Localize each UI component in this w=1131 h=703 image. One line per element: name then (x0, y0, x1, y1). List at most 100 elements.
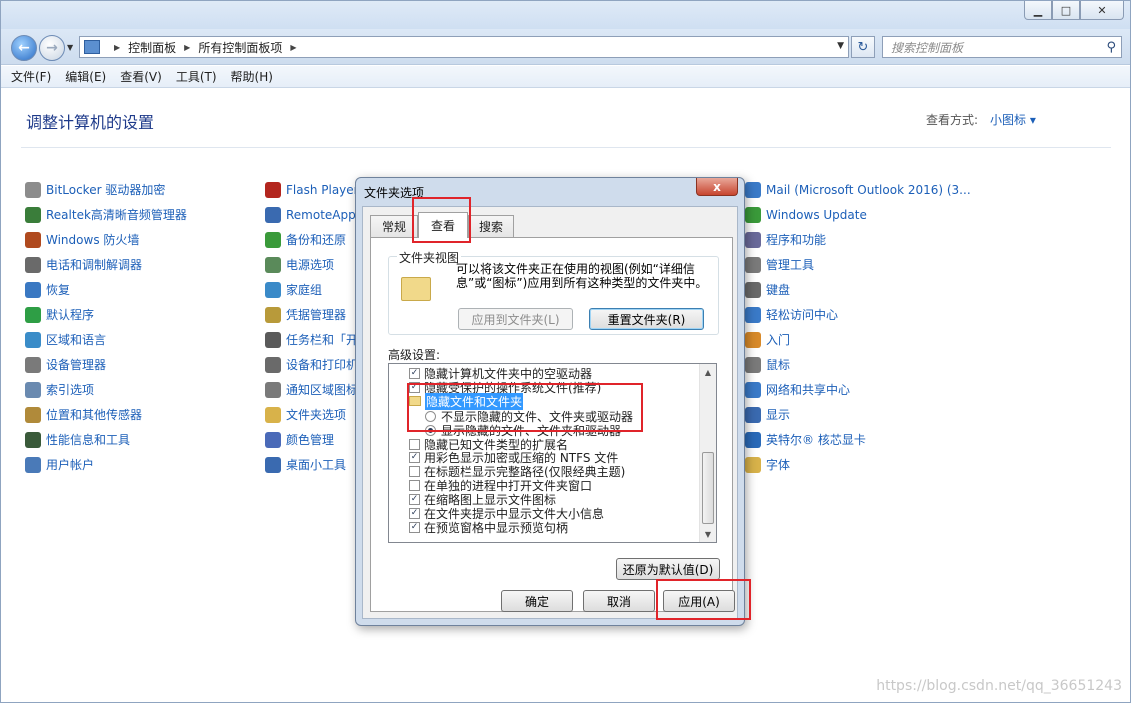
forward-button[interactable]: → (39, 35, 65, 61)
control-panel-item-icon (265, 281, 281, 298)
control-panel-item[interactable]: 入门 (745, 327, 971, 352)
checkbox[interactable]: ✓ (409, 493, 420, 505)
control-panel-item-icon (745, 431, 761, 448)
refresh-button[interactable]: ↻ (851, 36, 875, 58)
control-panel-item[interactable]: 颜色管理 (265, 427, 359, 452)
control-panel-item[interactable]: Flash Player (265, 177, 359, 202)
control-panel-item[interactable]: 程序和功能 (745, 227, 971, 252)
address-bar[interactable]: ▶ 控制面板 ▶ 所有控制面板项 ▶ ▼ (79, 36, 849, 58)
control-panel-item[interactable]: 电话和调制解调器 (25, 252, 187, 277)
scrollbar[interactable]: ▲ ▼ (699, 364, 716, 542)
dialog-close-button[interactable]: x (696, 178, 738, 196)
search-placeholder: 搜索控制面板 (891, 40, 964, 55)
control-panel-item[interactable]: 通知区域图标 (265, 377, 359, 402)
control-panel-item-icon (25, 431, 41, 448)
scroll-up-icon[interactable]: ▲ (700, 364, 716, 380)
control-panel-item[interactable]: 家庭组 (265, 277, 359, 302)
menu-tools[interactable]: 工具(T) (176, 68, 217, 85)
control-panel-item[interactable]: 显示 (745, 402, 971, 427)
control-panel-item[interactable]: 设备管理器 (25, 352, 187, 377)
control-panel-item[interactable]: 性能信息和工具 (25, 427, 187, 452)
control-panel-item-label: 位置和其他传感器 (46, 408, 143, 422)
page-title: 调整计算机的设置 (26, 113, 155, 132)
control-panel-item[interactable]: 轻松访问中心 (745, 302, 971, 327)
tab-search[interactable]: 搜索 (468, 215, 514, 237)
close-button[interactable]: ✕ (1080, 1, 1124, 20)
control-panel-item[interactable]: 鼠标 (745, 352, 971, 377)
control-panel-item-icon (25, 206, 41, 223)
search-icon[interactable]: ⚲ (1106, 40, 1116, 55)
address-history-dropdown-icon[interactable]: ▼ (837, 41, 844, 51)
tab-general[interactable]: 常规 (370, 215, 418, 237)
control-panel-item-label: 性能信息和工具 (46, 433, 131, 447)
apply-button[interactable]: 应用(A) (663, 590, 735, 612)
checkbox[interactable] (409, 479, 420, 491)
menu-help[interactable]: 帮助(H) (231, 68, 273, 85)
control-panel-item[interactable]: 文件夹选项 (265, 402, 359, 427)
checkbox[interactable]: ✓ (409, 507, 420, 519)
control-panel-item[interactable]: 网络和共享中心 (745, 377, 971, 402)
recent-pages-dropdown-icon[interactable]: ▼ (67, 43, 73, 52)
control-panel-item[interactable]: 用户帐户 (25, 452, 187, 477)
minimize-button[interactable]: ▁ (1024, 1, 1052, 20)
radio-button[interactable] (425, 410, 436, 422)
breadcrumb-control-panel[interactable]: 控制面板 (128, 39, 176, 56)
control-panel-item[interactable]: 恢复 (25, 277, 187, 302)
control-panel-item[interactable]: 字体 (745, 452, 971, 477)
control-panel-item-icon (25, 281, 41, 298)
breadcrumb-separator-icon[interactable]: ▶ (114, 43, 120, 52)
advanced-settings-list[interactable]: ✓ 隐藏计算机文件夹中的空驱动器 ✓ 隐藏受保护的操作系统文件(推荐) 隐藏文件和文件夹… (388, 363, 717, 543)
control-panel-item[interactable]: 桌面小工具 (265, 452, 359, 477)
checkbox[interactable]: ✓ (409, 521, 420, 533)
control-panel-item[interactable]: Windows Update (745, 202, 971, 227)
breadcrumb-all-items[interactable]: 所有控制面板项 (198, 39, 282, 56)
control-panel-item[interactable]: RemoteApp (265, 202, 359, 227)
control-panel-item[interactable]: 备份和还原 (265, 227, 359, 252)
cancel-button[interactable]: 取消 (583, 590, 655, 612)
control-panel-item-icon (745, 281, 761, 298)
checkbox[interactable]: ✓ (409, 367, 420, 379)
control-panel-item[interactable]: Mail (Microsoft Outlook 2016) (3... (745, 177, 971, 202)
checkbox[interactable] (409, 438, 420, 450)
tab-view[interactable]: 查看 (418, 212, 468, 238)
control-panel-item[interactable]: 默认程序 (25, 302, 187, 327)
maximize-button[interactable]: □ (1052, 1, 1080, 20)
control-panel-item[interactable]: 位置和其他传感器 (25, 402, 187, 427)
control-panel-item[interactable]: 管理工具 (745, 252, 971, 277)
search-input[interactable]: 搜索控制面板 ⚲ (882, 36, 1122, 58)
control-panel-item[interactable]: 设备和打印机 (265, 352, 359, 377)
view-by-dropdown[interactable]: 小图标 ▾ (990, 111, 1036, 128)
restore-defaults-button[interactable]: 还原为默认值(D) (616, 558, 720, 580)
advanced-setting-row[interactable]: ✓ 在预览窗格中显示预览句柄 (409, 520, 568, 535)
control-panel-item[interactable]: 索引选项 (25, 377, 187, 402)
control-panel-item[interactable]: 凭据管理器 (265, 302, 359, 327)
reset-folders-button[interactable]: 重置文件夹(R) (589, 308, 704, 330)
menu-edit[interactable]: 编辑(E) (65, 68, 106, 85)
radio-button[interactable] (425, 424, 436, 436)
control-panel-item[interactable]: 任务栏和「开 (265, 327, 359, 352)
menu-view[interactable]: 查看(V) (120, 68, 162, 85)
checkbox[interactable]: ✓ (409, 381, 420, 393)
window-controls: ▁ □ ✕ (1024, 1, 1124, 20)
ok-button[interactable]: 确定 (501, 590, 573, 612)
control-panel-item[interactable]: 键盘 (745, 277, 971, 302)
breadcrumb-separator-icon[interactable]: ▶ (184, 43, 190, 52)
scroll-down-icon[interactable]: ▼ (700, 526, 716, 542)
menu-file[interactable]: 文件(F) (11, 68, 51, 85)
folder-options-dialog: 文件夹选项 x 常规 查看 搜索 文件夹视图 可以将该文件夹正在使用的视图(例如… (355, 177, 745, 626)
apply-to-folders-button[interactable]: 应用到文件夹(L) (458, 308, 573, 330)
control-panel-item[interactable]: BitLocker 驱动器加密 (25, 177, 187, 202)
control-panel-item[interactable]: 电源选项 (265, 252, 359, 277)
control-panel-item-label: Mail (Microsoft Outlook 2016) (3... (766, 182, 971, 197)
control-panel-item[interactable]: Realtek高清晰音频管理器 (25, 202, 187, 227)
control-panel-item[interactable]: Windows 防火墙 (25, 227, 187, 252)
breadcrumb-separator-icon[interactable]: ▶ (290, 43, 296, 52)
control-panel-item[interactable]: 英特尔® 核芯显卡 (745, 427, 971, 452)
scroll-thumb[interactable] (702, 452, 714, 524)
view-tab-panel: 文件夹视图 可以将该文件夹正在使用的视图(例如“详细信息”或“图标”)应用到所有… (370, 237, 733, 612)
control-panel-item-icon (265, 406, 281, 423)
checkbox[interactable]: ✓ (409, 451, 420, 463)
control-panel-item[interactable]: 区域和语言 (25, 327, 187, 352)
back-button[interactable]: ← (11, 35, 37, 61)
checkbox[interactable] (409, 465, 420, 477)
